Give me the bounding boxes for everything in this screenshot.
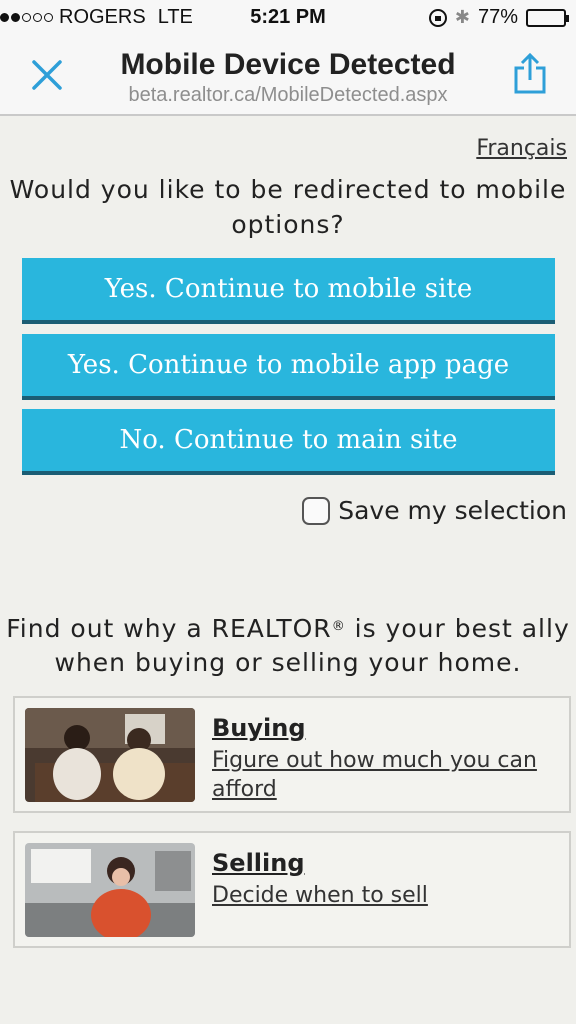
selling-title-link[interactable]: Selling xyxy=(212,849,549,877)
mobile-site-button[interactable]: Yes. Continue to mobile site xyxy=(22,258,555,324)
buying-thumbnail-image[interactable] xyxy=(25,708,195,802)
share-icon[interactable] xyxy=(510,52,550,96)
promo-text-start: Find out why a REALTOR xyxy=(6,614,332,643)
battery-icon xyxy=(526,8,569,27)
selling-description-link[interactable]: Decide when to sell xyxy=(212,881,549,910)
buying-title-link[interactable]: Buying xyxy=(212,714,549,742)
registered-mark: ® xyxy=(331,619,346,634)
close-icon[interactable] xyxy=(30,58,64,92)
navigation-bar: Mobile Device Detected beta.realtor.ca/M… xyxy=(0,36,576,116)
buying-description-link[interactable]: Figure out how much you can afford xyxy=(212,746,549,804)
selling-card[interactable]: Selling Decide when to sell xyxy=(13,831,571,948)
main-site-button[interactable]: No. Continue to main site xyxy=(22,409,555,475)
redirect-question: Would you like to be redirected to mobil… xyxy=(9,175,567,239)
status-right: ✱ 77% xyxy=(428,6,569,29)
selling-card-text: Selling Decide when to sell xyxy=(212,849,549,910)
rotation-lock-icon xyxy=(428,8,447,27)
buying-card-text: Buying Figure out how much you can affor… xyxy=(212,714,549,804)
selling-thumbnail-image[interactable] xyxy=(25,843,195,937)
battery-percent: 77% xyxy=(477,6,518,28)
realtor-promo-text: Find out why a REALTOR® is your best all… xyxy=(0,612,576,680)
save-selection-label[interactable]: Save my selection xyxy=(338,496,567,525)
mobile-app-button[interactable]: Yes. Continue to mobile app page xyxy=(22,334,555,400)
status-bar: ROGERS LTE 5:21 PM ✱ 77% xyxy=(0,0,576,36)
page-title: Mobile Device Detected xyxy=(120,48,456,81)
language-toggle-link[interactable]: Français xyxy=(476,136,567,161)
page-url: beta.realtor.ca/MobileDetected.aspx xyxy=(128,84,448,106)
save-selection-row: Save my selection xyxy=(302,496,567,525)
bluetooth-icon: ✱ xyxy=(454,7,470,27)
save-selection-checkbox[interactable] xyxy=(302,496,331,525)
buying-card[interactable]: Buying Figure out how much you can affor… xyxy=(13,696,571,813)
